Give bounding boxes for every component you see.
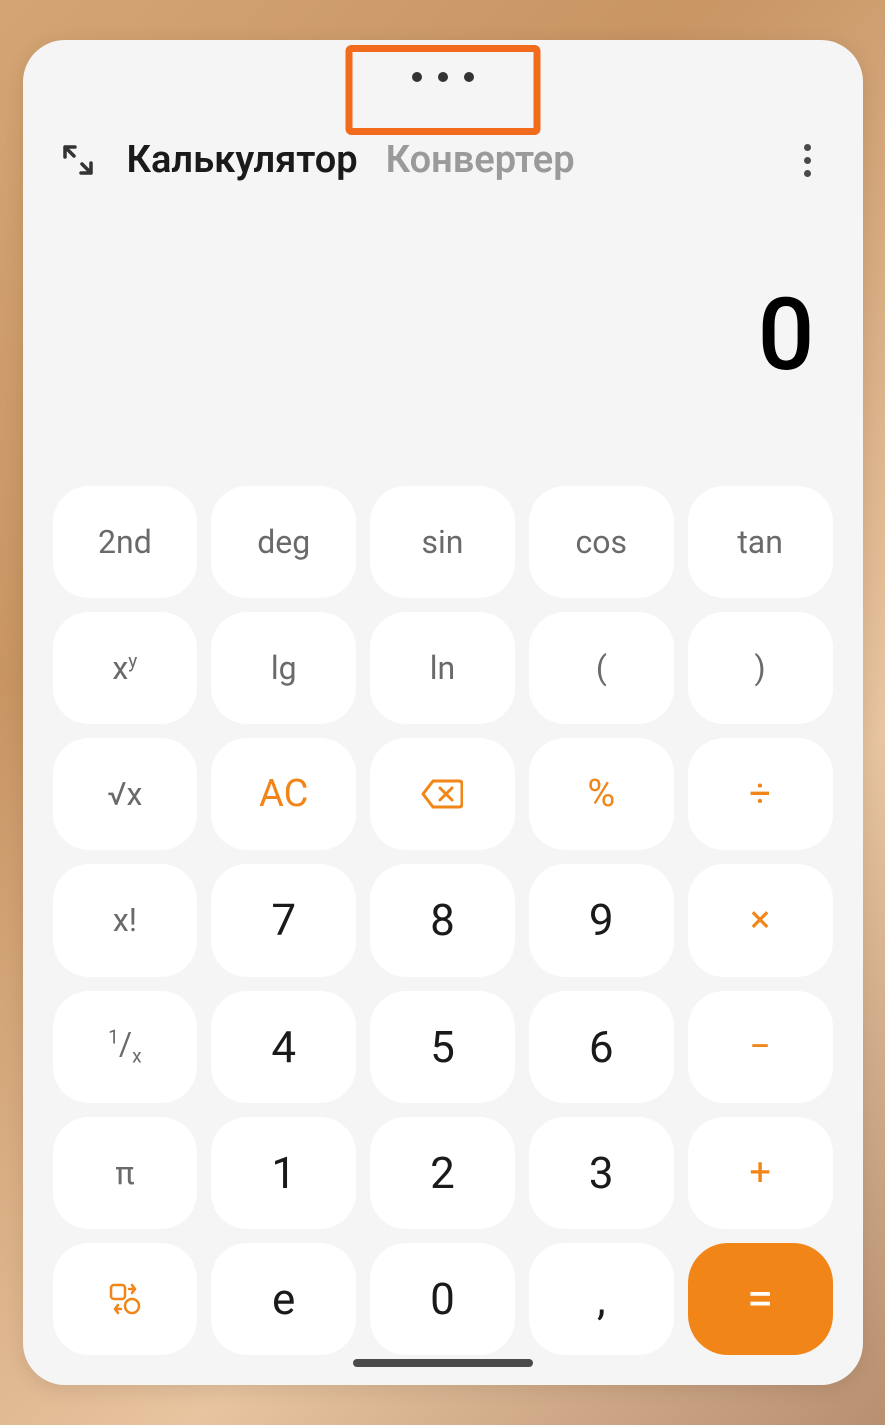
key-lparen[interactable]: ( [529,612,674,724]
key-rparen[interactable]: ) [688,612,833,724]
key-ln[interactable]: ln [370,612,515,724]
more-button[interactable] [783,135,833,185]
key-multiply[interactable]: × [688,864,833,976]
switch-icon [105,1279,145,1319]
handle-dot [412,72,422,82]
key-minus[interactable]: − [688,991,833,1103]
key-2[interactable]: 2 [370,1117,515,1229]
more-icon-dot [804,144,811,151]
display-value: 0 [758,277,815,394]
key-power[interactable]: xy [53,612,198,724]
key-sin[interactable]: sin [370,486,515,598]
key-e[interactable]: e [211,1243,356,1355]
key-backspace[interactable] [370,738,515,850]
key-inverse[interactable]: 1/x [53,991,198,1103]
header: Калькулятор Конвертер [23,100,863,200]
gesture-bar[interactable] [353,1359,533,1367]
backspace-icon [421,779,463,809]
expand-icon [61,143,95,177]
key-0[interactable]: 0 [370,1243,515,1355]
key-2nd[interactable]: 2nd [53,486,198,598]
key-deg[interactable]: deg [211,486,356,598]
key-ac[interactable]: AC [211,738,356,850]
key-9[interactable]: 9 [529,864,674,976]
key-4[interactable]: 4 [211,991,356,1103]
key-7[interactable]: 7 [211,864,356,976]
key-pi[interactable]: π [53,1117,198,1229]
calculator-window: Калькулятор Конвертер 0 2nd deg sin cos … [23,40,863,1385]
key-tan[interactable]: tan [688,486,833,598]
key-equals[interactable]: = [688,1243,833,1355]
key-5[interactable]: 5 [370,991,515,1103]
more-icon-dot [804,157,811,164]
key-toggle[interactable] [53,1243,198,1355]
more-icon-dot [804,170,811,177]
key-percent[interactable]: % [529,738,674,850]
key-comma[interactable]: , [529,1243,674,1355]
key-sqrt[interactable]: √x [53,738,198,850]
key-lg[interactable]: lg [211,612,356,724]
key-3[interactable]: 3 [529,1117,674,1229]
expand-button[interactable] [53,135,103,185]
keypad: 2nd deg sin cos tan xy lg ln ( ) √x AC %… [23,470,863,1385]
key-plus[interactable]: + [688,1117,833,1229]
key-1[interactable]: 1 [211,1117,356,1229]
key-factorial[interactable]: x! [53,864,198,976]
key-6[interactable]: 6 [529,991,674,1103]
key-8[interactable]: 8 [370,864,515,976]
tab-calculator[interactable]: Калькулятор [123,130,362,190]
tab-converter[interactable]: Конвертер [382,130,579,190]
handle-dot [464,72,474,82]
handle-dot [438,72,448,82]
display: 0 [23,200,863,470]
key-divide[interactable]: ÷ [688,738,833,850]
key-cos[interactable]: cos [529,486,674,598]
drag-handle[interactable] [23,40,863,100]
